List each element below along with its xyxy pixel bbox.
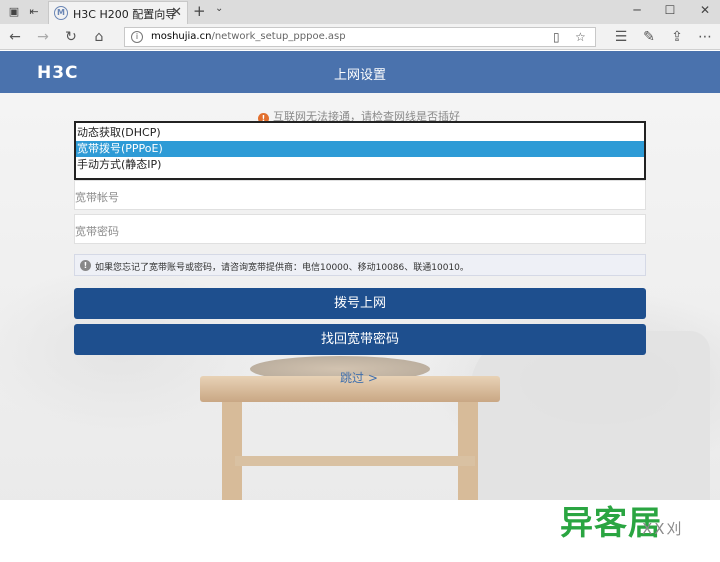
tab-preview-icon[interactable]: ▣ bbox=[6, 4, 22, 20]
page-title: 上网设置 bbox=[333, 68, 386, 83]
skip-link[interactable]: 跳过 > bbox=[340, 369, 378, 386]
minimize-icon[interactable]: ─ bbox=[628, 3, 646, 17]
tab-title: H3C H200 配置向导 bbox=[73, 8, 177, 21]
refresh-icon[interactable]: ↻ bbox=[62, 28, 80, 46]
site-favicon-icon: M bbox=[54, 6, 68, 20]
tab-active[interactable]: M H3C H200 配置向导 ✕ bbox=[48, 1, 188, 24]
reading-view-icon[interactable]: ▯ bbox=[553, 30, 560, 44]
url-host: moshujia.cn bbox=[151, 31, 212, 42]
url-path: /network_setup_pppoe.asp bbox=[211, 31, 346, 42]
tab-list-chevron-icon[interactable]: ⌄ bbox=[215, 3, 223, 14]
hint-text: 如果您忘记了宽带账号或密码，请咨询宽带提供商：电信10000、移动10086、联… bbox=[95, 263, 469, 273]
mode-option-pppoe[interactable]: 宽带拨号(PPPoE) bbox=[76, 141, 644, 157]
background-stool-leg bbox=[458, 402, 478, 500]
back-arrow-icon[interactable]: ← bbox=[6, 28, 24, 46]
more-menu-icon[interactable]: ⋯ bbox=[696, 28, 714, 46]
new-tab-icon[interactable]: + bbox=[193, 2, 206, 20]
connection-mode-select[interactable]: 动态获取(DHCP) 宽带拨号(PPPoE) 手动方式(静态IP) bbox=[74, 121, 646, 180]
browser-nav-bar: ← → ↻ ⌂ i moshujia.cn/network_setup_pppo… bbox=[0, 24, 720, 50]
broadband-account-input[interactable]: 宽带帐号 bbox=[74, 180, 646, 210]
home-icon[interactable]: ⌂ bbox=[90, 28, 108, 46]
forgot-password-hint: ! 如果您忘记了宽带账号或密码，请咨询宽带提供商：电信10000、移动10086… bbox=[74, 254, 646, 276]
browser-tab-strip: ▣ ⇤ M H3C H200 配置向导 ✕ + ⌄ ─ ☐ ✕ bbox=[0, 0, 720, 24]
recover-password-button[interactable]: 找回宽带密码 bbox=[74, 324, 646, 355]
background-stool-rail bbox=[235, 456, 475, 466]
share-icon[interactable]: ⇪ bbox=[668, 28, 686, 46]
site-info-icon[interactable]: i bbox=[131, 31, 143, 43]
maximize-icon[interactable]: ☐ bbox=[661, 3, 679, 17]
page-viewport: H3C 上网设置 ! 互联网无法接通，请检查网线是否插好 动态获取(DHCP) 宽… bbox=[0, 51, 720, 562]
background-sofa bbox=[470, 331, 710, 501]
info-icon: ! bbox=[80, 260, 91, 271]
favorite-star-icon[interactable]: ☆ bbox=[575, 30, 586, 44]
watermark-sub-logo: XX刈 bbox=[642, 520, 684, 538]
forward-arrow-icon[interactable]: → bbox=[34, 28, 52, 46]
set-tabs-aside-icon[interactable]: ⇤ bbox=[26, 4, 42, 20]
favorites-hub-icon[interactable]: ☰ bbox=[612, 28, 630, 46]
connection-warning: ! 互联网无法接通，请检查网线是否插好 bbox=[258, 108, 460, 124]
address-url[interactable]: moshujia.cn/network_setup_pppoe.asp bbox=[151, 31, 346, 42]
dial-connect-button[interactable]: 拨号上网 bbox=[74, 288, 646, 319]
background-stool-leg bbox=[222, 402, 242, 500]
broadband-password-input[interactable]: 宽带密码 bbox=[74, 214, 646, 244]
page-header: H3C 上网设置 bbox=[0, 51, 720, 93]
broadband-password-placeholder: 宽带密码 bbox=[75, 225, 119, 238]
web-note-pen-icon[interactable]: ✎ bbox=[640, 28, 658, 46]
tab-close-icon[interactable]: ✕ bbox=[171, 5, 182, 20]
broadband-account-placeholder: 宽带帐号 bbox=[75, 191, 119, 204]
close-window-icon[interactable]: ✕ bbox=[696, 3, 714, 17]
address-bar[interactable]: i moshujia.cn/network_setup_pppoe.asp ▯ … bbox=[124, 27, 596, 47]
mode-option-dhcp[interactable]: 动态获取(DHCP) bbox=[76, 125, 644, 141]
mode-option-static-ip[interactable]: 手动方式(静态IP) bbox=[76, 157, 644, 173]
